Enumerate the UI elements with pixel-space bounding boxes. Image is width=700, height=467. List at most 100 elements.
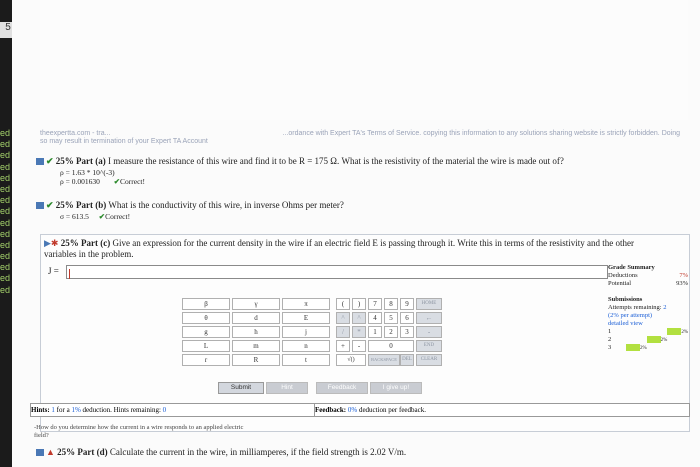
grade-title: Grade Summary	[608, 264, 655, 271]
key-left-arrow[interactable]: ←	[416, 312, 442, 324]
key-6[interactable]: 6	[400, 312, 414, 324]
key-plus[interactable]: +	[336, 340, 350, 352]
give-up-button[interactable]: I give up!	[370, 382, 422, 394]
expand-icon[interactable]: ▶	[44, 238, 51, 248]
key-1[interactable]: 1	[368, 326, 382, 338]
hints-count: 1	[51, 406, 55, 414]
key-3[interactable]: 3	[400, 326, 414, 338]
hints-prefix: Hints:	[31, 406, 50, 414]
star-icon: ✱	[50, 238, 59, 248]
part-d-label: 25% Part (d)	[57, 447, 108, 457]
part-a-header: ✔ 25% Part (a) I measure the resistance …	[36, 156, 564, 167]
part-a-status: Correct!	[120, 177, 146, 186]
feedback-bar: Feedback: 0% deduction per feedback.	[314, 403, 690, 417]
key-minus-2[interactable]: -	[352, 340, 366, 352]
key-beta[interactable]: β	[182, 298, 230, 310]
key-gamma[interactable]: γ	[232, 298, 280, 310]
key-h[interactable]: h	[232, 326, 280, 338]
key-r[interactable]: r	[182, 354, 230, 366]
key-sqrt[interactable]: √()	[336, 354, 366, 366]
key-divide[interactable]: /	[336, 326, 350, 338]
key-8[interactable]: 8	[384, 298, 398, 310]
collapse-icon[interactable]	[36, 158, 44, 166]
cut-mark: ed	[0, 217, 11, 228]
key-9[interactable]: 9	[400, 298, 414, 310]
feedback-suffix: deduction per feedback.	[358, 406, 427, 414]
key-e[interactable]: E	[282, 312, 330, 324]
answer-input[interactable]	[66, 265, 608, 279]
cut-mark: ed	[0, 251, 11, 262]
key-j[interactable]: j	[282, 326, 330, 338]
key-0[interactable]: 0	[368, 340, 414, 352]
part-d-text: Calculate the current in the wire, in mi…	[109, 447, 407, 457]
key-n[interactable]: n	[282, 340, 330, 352]
hint-button[interactable]: Hint	[266, 382, 308, 394]
key-7[interactable]: 7	[368, 298, 382, 310]
feedback-pct: 0%	[347, 406, 358, 414]
key-theta[interactable]: θ	[182, 312, 230, 324]
notice-right: ...ordance with Expert TA's Terms of Ser…	[282, 130, 680, 137]
key-end[interactable]: END	[416, 340, 442, 352]
cut-mark: ed	[0, 139, 11, 150]
warning-icon: ▲	[46, 447, 55, 457]
part-a-answer-1: ρ = 1.63 * 10^(-3)	[60, 168, 115, 177]
cut-mark: ed	[0, 161, 11, 172]
key-close-paren[interactable]: )	[352, 298, 366, 310]
key-capital-r[interactable]: R	[232, 354, 280, 366]
per-attempt: (2% per attempt)	[608, 312, 653, 319]
key-pi[interactable]: π	[282, 298, 330, 310]
key-clear[interactable]: CLEAR	[416, 354, 442, 366]
key-l[interactable]: L	[182, 340, 230, 352]
submissions-title: Submissions	[608, 296, 643, 303]
attempt-row-2-value: 2%	[646, 336, 667, 345]
part-b-answer-text: σ = 613.5	[60, 212, 89, 221]
part-b-answer: σ = 613.5 ✔Correct!	[60, 212, 130, 221]
blank-header	[40, 0, 688, 120]
key-t[interactable]: t	[282, 354, 330, 366]
part-a-label: 25% Part (a)	[55, 156, 106, 166]
key-d[interactable]: d	[232, 312, 280, 324]
key-home[interactable]: HOME	[416, 298, 442, 310]
part-c-header: ▶✱ 25% Part (c) Give an expression for t…	[44, 238, 634, 249]
key-multiply[interactable]: *	[352, 326, 366, 338]
hints-pct: 1%	[71, 406, 81, 414]
attempts-label: Attempts remaining:	[608, 304, 662, 311]
attempt-row-3-value: 2%	[625, 344, 647, 353]
part-c-label: 25% Part (c)	[60, 238, 111, 248]
submit-button[interactable]: Submit	[218, 382, 264, 394]
deductions-label: Deductions	[608, 272, 638, 279]
key-g[interactable]: g	[182, 326, 230, 338]
notice-left: theexpertta.com - tra...	[40, 130, 111, 137]
key-caret-2[interactable]: ^	[352, 312, 366, 324]
cut-marks: ed ed ed ed ed ed ed ed ed ed ed ed ed e…	[0, 128, 12, 296]
feedback-button[interactable]: Feedback	[316, 382, 368, 394]
key-5[interactable]: 5	[384, 312, 398, 324]
part-b-text: What is the conductivity of this wire, i…	[108, 200, 344, 210]
cursor	[69, 269, 70, 279]
key-open-paren[interactable]: (	[336, 298, 350, 310]
collapse-icon[interactable]	[36, 202, 44, 210]
key-del[interactable]: DEL	[400, 354, 414, 366]
copyright-notice: theexpertta.com - tra... so may result i…	[40, 130, 688, 146]
hints-bar: Hints: 1 for a 1% deduction. Hints remai…	[30, 403, 316, 417]
cut-mark: ed	[0, 128, 11, 138]
attempts-value: 2	[663, 304, 667, 311]
potential-value: 93%	[676, 280, 688, 287]
key-backspace[interactable]: BACKSPACE	[368, 354, 400, 366]
hint-text: -How do you determine how the current in…	[34, 424, 243, 440]
key-4[interactable]: 4	[368, 312, 382, 324]
key-minus[interactable]: -	[416, 326, 442, 338]
key-caret[interactable]: ^	[336, 312, 350, 324]
detailed-view-link[interactable]: detailed view	[608, 320, 643, 327]
attempt-row-3: 3	[608, 344, 612, 351]
collapse-icon[interactable]	[36, 449, 44, 457]
notice-left-2: so may result in termination of your Exp…	[40, 138, 208, 145]
part-b-label: 25% Part (b)	[55, 200, 107, 210]
cut-mark: ed	[0, 284, 11, 295]
cut-mark: ed	[0, 273, 11, 284]
part-a-answer-2-text: ρ = 0.001630	[60, 177, 100, 186]
checkmark-icon: ✔	[46, 200, 54, 210]
hints-remaining: 0	[162, 406, 167, 414]
key-m[interactable]: m	[232, 340, 280, 352]
key-2[interactable]: 2	[384, 326, 398, 338]
